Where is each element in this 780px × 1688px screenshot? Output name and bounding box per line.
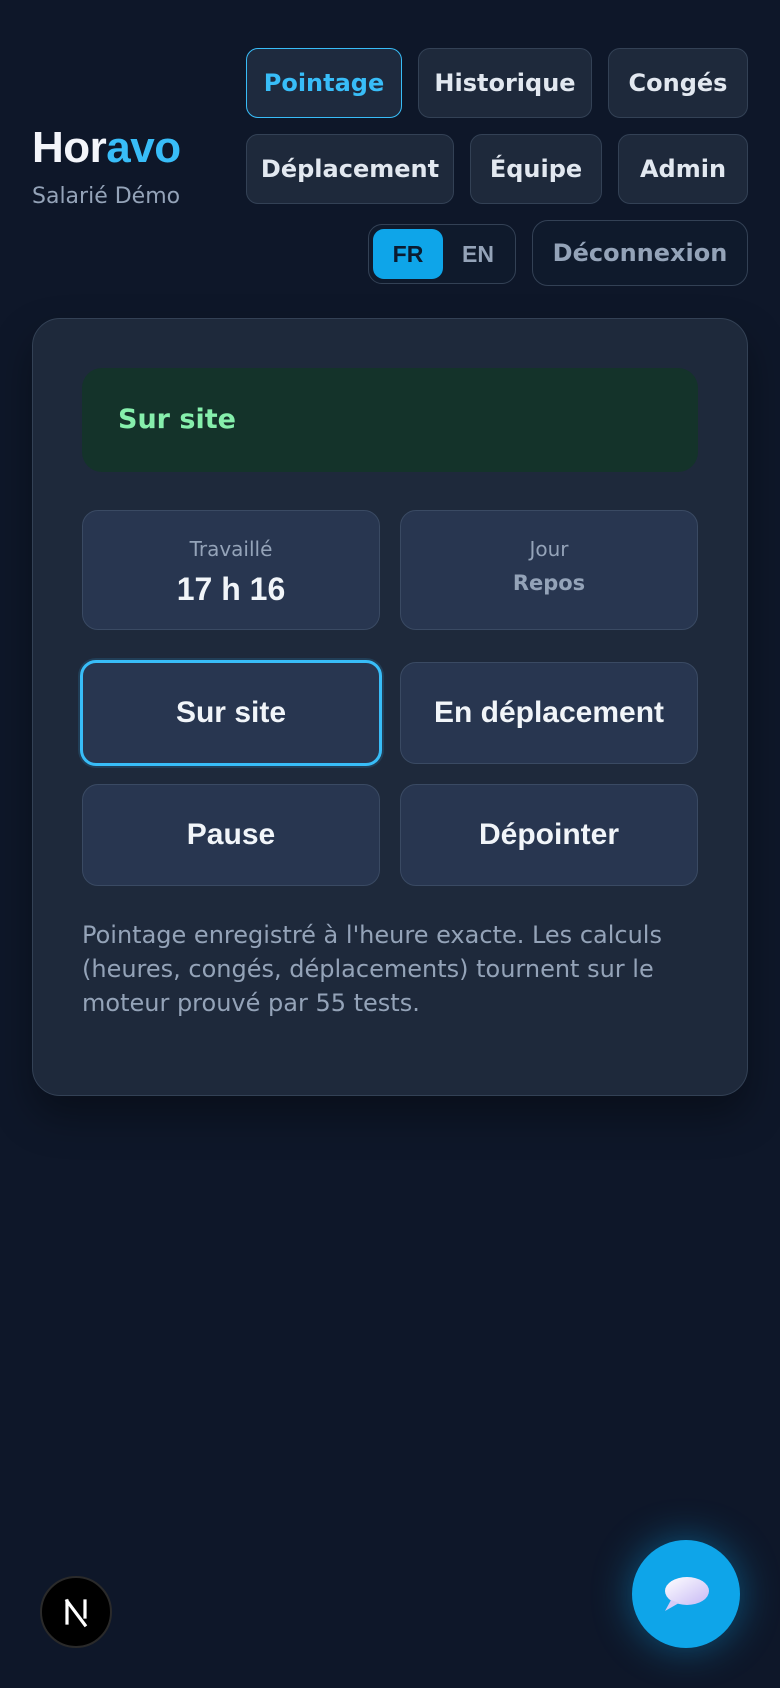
brand: Horavo Salarié Démo [32,124,181,210]
lang-en-button[interactable]: EN [443,229,513,279]
day-label: Jour [529,537,569,561]
worked-value: 17 h 16 [176,571,286,607]
nav-conges[interactable]: Congés [608,48,748,118]
app-logo[interactable]: Horavo [32,124,181,172]
worked-stat: Travaillé 17 h 16 [82,510,380,630]
on-site-button[interactable]: Sur site [80,660,382,766]
user-name: Salarié Démo [32,184,181,209]
status-banner: Sur site [82,368,698,472]
logo-part-2: avo [106,123,181,172]
nav-deplacement[interactable]: Déplacement [246,134,454,204]
clock-out-button[interactable]: Dépointer [400,784,698,886]
nav-pointage[interactable]: Pointage [246,48,402,118]
n-logo-icon [64,1598,88,1628]
pause-button[interactable]: Pause [82,784,380,886]
info-note: Pointage enregistré à l'heure exacte. Le… [82,921,662,1017]
travel-button[interactable]: En déplacement [400,662,698,764]
language-toggle: FR EN [368,224,516,284]
status-label: Sur site [118,404,236,435]
day-value: Repos [512,571,586,595]
logout-button[interactable]: Déconnexion [532,220,748,286]
chat-button[interactable] [632,1540,740,1648]
nav-historique[interactable]: Historique [418,48,592,118]
worked-label: Travaillé [189,537,273,561]
chat-bubble-icon [665,1577,709,1611]
lang-fr-button[interactable]: FR [373,229,443,279]
nextjs-badge[interactable] [40,1576,112,1648]
day-stat: Jour Repos [400,510,698,630]
nav-admin[interactable]: Admin [618,134,748,204]
logo-part-1: Hor [32,123,107,172]
nav-equipe[interactable]: Équipe [470,134,602,204]
